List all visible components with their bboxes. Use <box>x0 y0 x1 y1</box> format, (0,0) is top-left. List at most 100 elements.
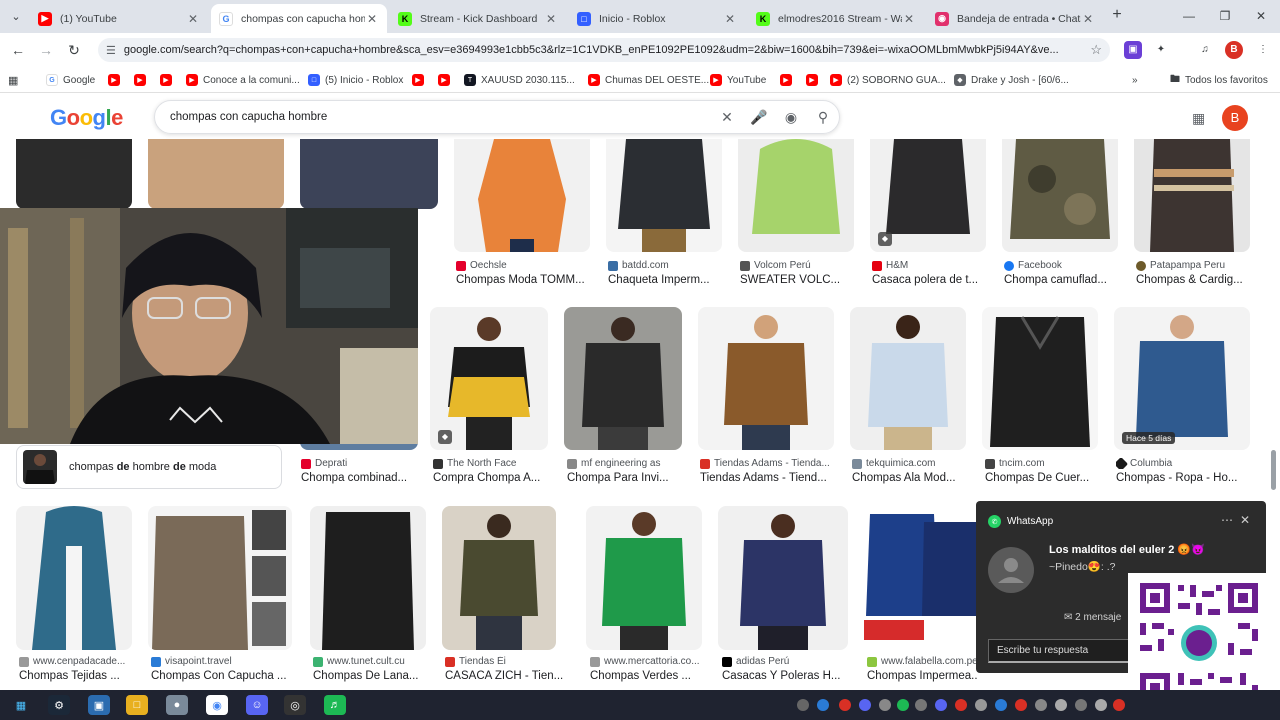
result-source[interactable]: www.falabella.com.pe <box>867 656 977 667</box>
tray-icon[interactable] <box>1113 699 1125 711</box>
result-image[interactable] <box>148 506 292 650</box>
bookmark-youtube-icon[interactable]: ▶ <box>780 72 797 88</box>
bookmark-youtube-icon[interactable]: ▶ <box>438 72 455 88</box>
result-source[interactable]: Volcom Perú <box>740 260 854 271</box>
tray-icon[interactable] <box>995 699 1007 711</box>
tab-instagram[interactable]: ◉ Bandeja de entrada • Chats ✕ <box>927 4 1103 33</box>
obs-icon[interactable]: ◎ <box>284 695 306 715</box>
result-source[interactable]: mf engineering as <box>567 458 685 469</box>
result-title[interactable]: Chompas Verdes ... <box>590 670 704 682</box>
result-image[interactable] <box>738 139 854 252</box>
tab-kick-dashboard[interactable]: K Stream - Kick Dashboard ✕ <box>390 4 566 33</box>
result-title[interactable]: Chompa Para Invi... <box>567 472 685 484</box>
result-image[interactable] <box>718 506 848 650</box>
result-title[interactable]: SWEATER VOLC... <box>740 274 854 286</box>
result-source[interactable]: Deprati <box>301 458 419 469</box>
close-tab-icon[interactable]: ✕ <box>1081 12 1095 26</box>
tray-icon[interactable] <box>975 699 987 711</box>
tray-icon[interactable] <box>897 699 909 711</box>
bookmark-star-icon[interactable]: ☆ <box>1090 42 1102 58</box>
result-title[interactable]: Chompas Ala Mod... <box>852 472 968 484</box>
result-title[interactable]: CASACA ZICH - Tien... <box>445 670 569 682</box>
discord-icon[interactable]: ☺ <box>246 695 268 715</box>
result-source[interactable]: Tiendas Adams - Tienda... <box>700 458 834 469</box>
result-image[interactable] <box>850 307 966 450</box>
tray-icon[interactable] <box>955 699 967 711</box>
result-source[interactable]: H&M <box>872 260 986 271</box>
result-source[interactable]: www.mercattoria.co... <box>590 656 704 667</box>
media-control-icon[interactable]: ♫ <box>1196 41 1214 59</box>
new-tab-button[interactable]: + <box>1108 6 1126 26</box>
close-tab-icon[interactable]: ✕ <box>186 12 200 26</box>
result-image[interactable] <box>564 307 682 450</box>
bookmark-youtube-icon[interactable]: ▶ <box>160 72 177 88</box>
search-box[interactable]: chompas con capucha hombre ✕ 🎤 ◉ ⚲ <box>154 100 840 134</box>
tray-icon[interactable] <box>839 699 851 711</box>
result-image[interactable] <box>300 139 438 209</box>
bookmark-chumas[interactable]: ▶ Chumas DEL OESTE... <box>588 72 709 88</box>
result-source[interactable]: Oechsle <box>456 260 590 271</box>
result-image[interactable] <box>454 139 590 252</box>
bookmark-tradingview[interactable]: T XAUUSD 2030.115... <box>464 72 575 88</box>
result-image[interactable] <box>148 139 284 209</box>
result-title[interactable]: Compra Chompa A... <box>433 472 551 484</box>
result-image[interactable]: ◆ <box>870 139 986 252</box>
page-scrollbar[interactable] <box>1271 450 1276 490</box>
result-title[interactable]: Chompas Con Capucha ... <box>151 670 291 682</box>
extension-icon[interactable]: ▣ <box>1124 41 1142 59</box>
result-image[interactable] <box>310 506 426 650</box>
result-source[interactable]: tekquimica.com <box>852 458 968 469</box>
tab-kick-stream[interactable]: K elmodres2016 Stream - Wat ✕ <box>748 4 924 33</box>
close-window-icon[interactable]: ✕ <box>1246 6 1276 26</box>
reload-icon[interactable]: ↻ <box>64 40 84 60</box>
result-title[interactable]: Chaqueta Imperm... <box>608 274 722 286</box>
store-icon[interactable]: ▣ <box>88 695 110 715</box>
result-title[interactable]: Chompa combinad... <box>301 472 419 484</box>
minimize-icon[interactable]: — <box>1174 6 1204 26</box>
steam-icon[interactable]: ⚙ <box>48 695 70 715</box>
tab-google-search[interactable]: G chompas con capucha hombr ✕ <box>211 4 387 33</box>
result-source[interactable]: tncim.com <box>985 458 1101 469</box>
spotify-icon[interactable]: ♬ <box>324 695 346 715</box>
search-input[interactable]: chompas con capucha hombre <box>170 111 711 123</box>
bookmark-roblox[interactable]: □ (5) Inicio - Roblox <box>308 72 403 88</box>
apps-grid-icon[interactable]: ▦ <box>8 72 18 88</box>
tab-roblox[interactable]: □ Inicio - Roblox ✕ <box>569 4 745 33</box>
tray-icon[interactable] <box>935 699 947 711</box>
result-title[interactable]: Chompas Tejidas ... <box>19 670 131 682</box>
tray-icon[interactable] <box>817 699 829 711</box>
result-title[interactable]: Chompas Impermea... <box>867 670 977 682</box>
result-source[interactable]: adidas Perú <box>722 656 848 667</box>
site-info-icon[interactable]: ☰ <box>106 44 116 57</box>
tab-youtube[interactable]: ▶ (1) YouTube ✕ <box>30 4 208 33</box>
menu-kebab-icon[interactable]: ⋮ <box>1254 41 1272 59</box>
google-apps-icon[interactable]: ▦ <box>1192 110 1205 127</box>
back-icon[interactable]: ← <box>8 40 28 60</box>
google-account-avatar[interactable]: B <box>1222 105 1248 131</box>
result-image[interactable] <box>1134 139 1250 252</box>
tray-icon[interactable] <box>1055 699 1067 711</box>
result-title[interactable]: Chompas Moda TOMM... <box>456 274 590 286</box>
close-tab-icon[interactable]: ✕ <box>723 12 737 26</box>
result-title[interactable]: Casacas Y Poleras H... <box>722 670 848 682</box>
bookmarks-overflow-icon[interactable]: » <box>1132 72 1138 88</box>
profile-avatar[interactable]: B <box>1225 41 1243 59</box>
result-source[interactable]: www.tunet.cult.cu <box>313 656 426 667</box>
result-source[interactable]: visapoint.travel <box>151 656 291 667</box>
bookmark-youtube-icon[interactable]: ▶ <box>108 72 125 88</box>
result-title[interactable]: Chompas De Lana... <box>313 670 426 682</box>
result-image[interactable] <box>606 139 722 252</box>
voice-search-icon[interactable]: 🎤 <box>743 109 775 126</box>
result-image[interactable]: Hace 5 días <box>1114 307 1250 450</box>
result-source[interactable]: Patapampa Peru <box>1136 260 1250 271</box>
close-tab-icon[interactable]: ✕ <box>902 12 916 26</box>
chrome-icon[interactable]: ◉ <box>206 695 228 715</box>
forward-icon[interactable]: → <box>36 40 56 60</box>
result-title[interactable]: Tiendas Adams - Tiend... <box>700 472 834 484</box>
tray-icon[interactable] <box>879 699 891 711</box>
restore-icon[interactable]: ❐ <box>1210 6 1240 26</box>
url-text[interactable]: google.com/search?q=chompas+con+capucha+… <box>124 44 1084 56</box>
tray-icon[interactable] <box>859 699 871 711</box>
tray-icon[interactable] <box>1015 699 1027 711</box>
result-image[interactable] <box>982 307 1098 450</box>
